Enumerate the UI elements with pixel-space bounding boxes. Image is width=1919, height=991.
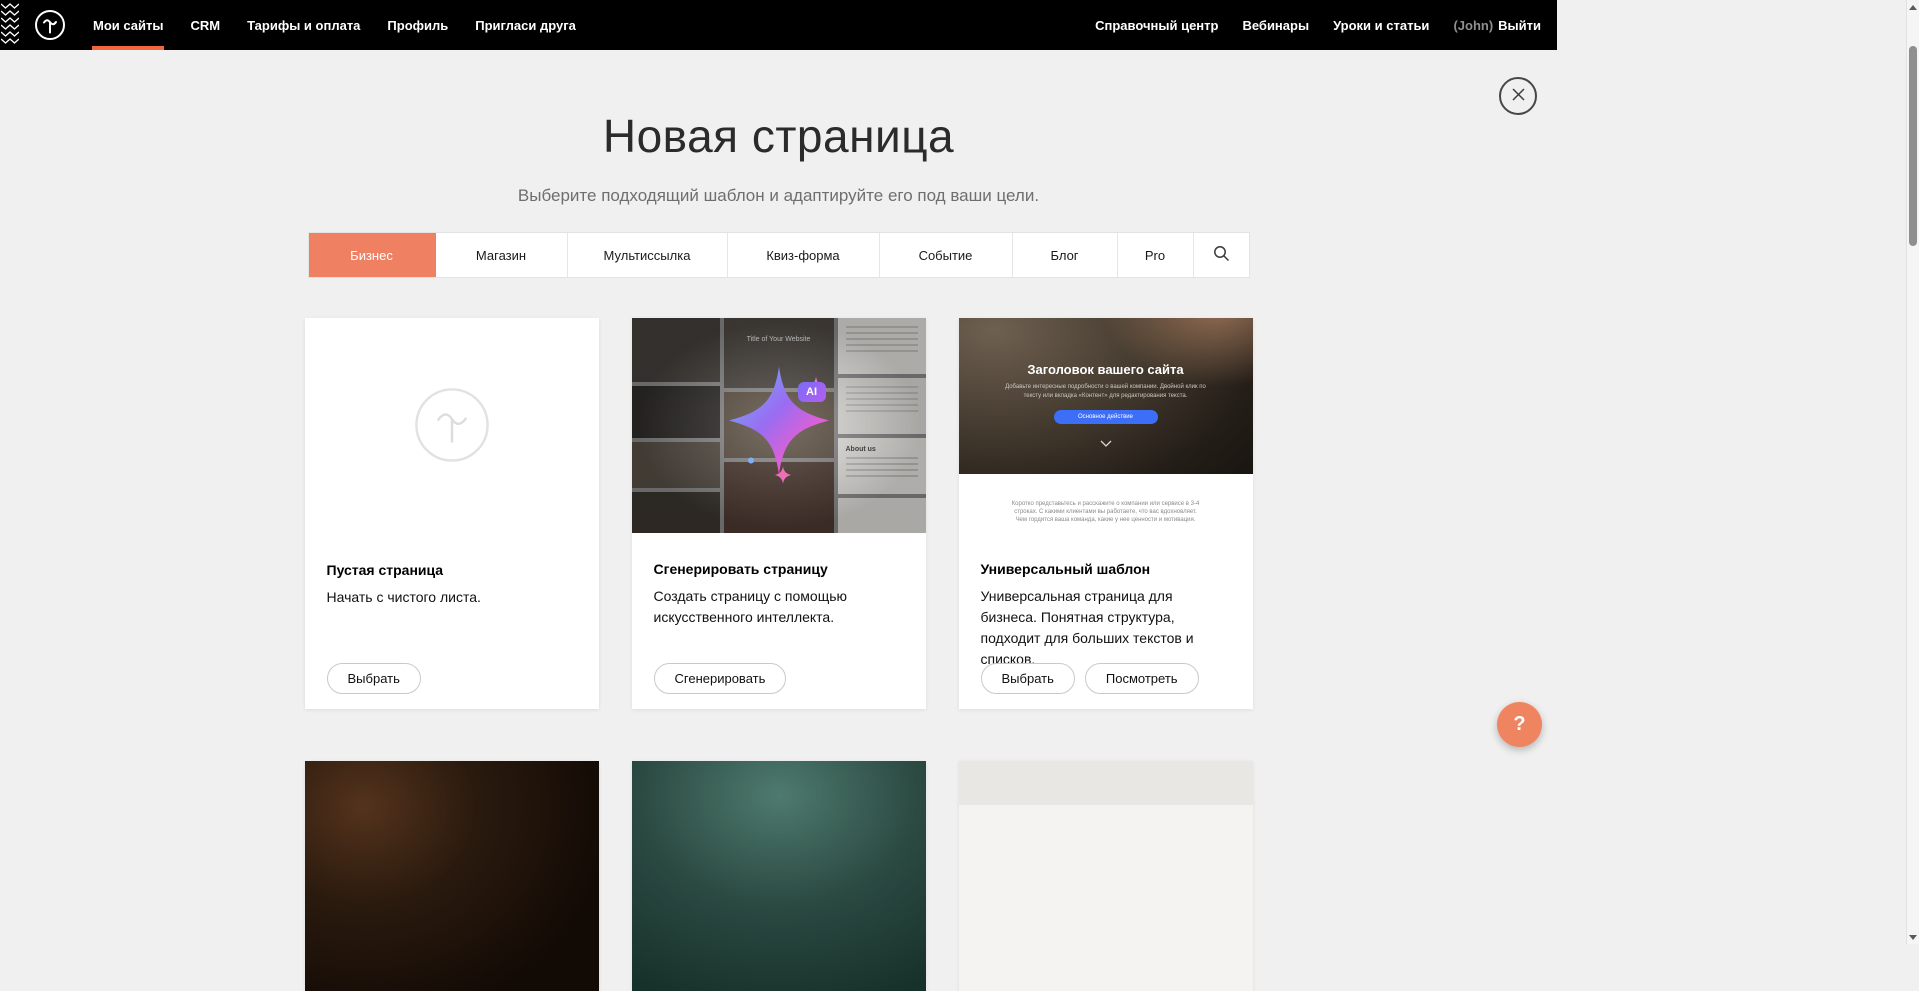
page-subtitle: Выберите подходящий шаблон и адаптируйте… [0,186,1557,206]
tab-search[interactable] [1194,233,1249,277]
scrollbar-thumb[interactable] [1909,46,1917,246]
card-title: Универсальный шаблон [981,561,1231,577]
secondary-nav: Справочный центр Вебинары Уроки и статьи… [1095,0,1541,50]
template-cards-row-2 [305,761,1253,991]
template-card-ai-generate: Title of Your Website About us [632,318,926,709]
user-account: (John) Выйти [1453,18,1541,33]
card-description: Универсальная страница для бизнеса. Поня… [981,586,1231,670]
close-button[interactable] [1499,77,1537,115]
new-page-dialog: Новая страница Выберите подходящий шабло… [0,50,1557,991]
nav-invite-friend[interactable]: Пригласи друга [475,0,576,50]
chevron-down-icon [1100,434,1112,452]
card-title: Пустая страница [327,562,577,578]
scrollbar[interactable] [1906,0,1919,944]
preview-site-subtitle: Добавьте интересные подробности о вашей … [1000,383,1212,401]
scroll-down-arrow-icon[interactable] [1907,930,1919,944]
template-category-tabs: Бизнес Магазин Мультиссылка Квиз-форма С… [308,232,1250,278]
user-name: (John) [1453,18,1493,33]
tab-store[interactable]: Магазин [436,233,568,277]
tab-business[interactable]: Бизнес [309,233,436,277]
generate-button[interactable]: Сгенерировать [654,663,787,694]
tilda-watermark-icon [305,318,599,464]
card-title: Сгенерировать страницу [654,561,904,577]
scroll-up-arrow-icon[interactable] [1907,0,1919,14]
card-description: Создать страницу с помощью искусственног… [654,586,904,628]
preview-action-button: Основное действие [1054,410,1158,424]
nav-lessons[interactable]: Уроки и статьи [1333,18,1429,33]
main-nav: Мои сайты CRM Тарифы и оплата Профиль Пр… [93,0,576,50]
nav-crm[interactable]: CRM [190,0,220,50]
nav-help-center[interactable]: Справочный центр [1095,18,1218,33]
help-question-label: ? [1513,713,1525,736]
template-card-universal: Заголовок вашего сайта Добавьте интересн… [959,318,1253,709]
zigzag-pattern-decoration [0,0,20,50]
page-title: Новая страница [0,110,1557,162]
search-icon [1213,245,1230,265]
tilda-logo[interactable] [34,0,66,50]
tab-event[interactable]: Событие [880,233,1013,277]
tab-multilink[interactable]: Мультиссылка [568,233,728,277]
nav-my-sites[interactable]: Мои сайты [93,0,163,50]
help-button[interactable]: ? [1497,702,1542,747]
choose-universal-button[interactable]: Выбрать [981,663,1075,694]
close-icon [1511,87,1526,105]
nav-profile[interactable]: Профиль [387,0,448,50]
nav-pricing[interactable]: Тарифы и оплата [247,0,360,50]
tab-pro[interactable]: Pro [1118,233,1194,277]
template-card-partial[interactable] [959,761,1253,991]
logout-link[interactable]: Выйти [1498,18,1541,33]
preview-site-title: Заголовок вашего сайта [959,318,1253,377]
choose-blank-button[interactable]: Выбрать [327,663,421,694]
template-card-blank: Пустая страница Начать с чистого листа. … [305,318,599,709]
tab-blog[interactable]: Блог [1013,233,1118,277]
ai-sparkle-icon [704,348,854,503]
preview-body-text: Коротко представьтесь и расскажите о ком… [1012,500,1200,524]
ai-badge: AI [798,382,826,402]
universal-template-preview: Заголовок вашего сайта Добавьте интересн… [959,318,1253,540]
template-card-partial[interactable] [305,761,599,991]
nav-webinars[interactable]: Вебинары [1242,18,1309,33]
preview-universal-button[interactable]: Посмотреть [1085,663,1199,694]
template-card-partial[interactable] [632,761,926,991]
ai-preview-mosaic: Title of Your Website About us [632,318,926,533]
top-header: Мои сайты CRM Тарифы и оплата Профиль Пр… [0,0,1557,50]
template-cards-row-1: Пустая страница Начать с чистого листа. … [305,318,1253,709]
card-description: Начать с чистого листа. [327,587,577,608]
tab-quiz-form[interactable]: Квиз-форма [728,233,880,277]
